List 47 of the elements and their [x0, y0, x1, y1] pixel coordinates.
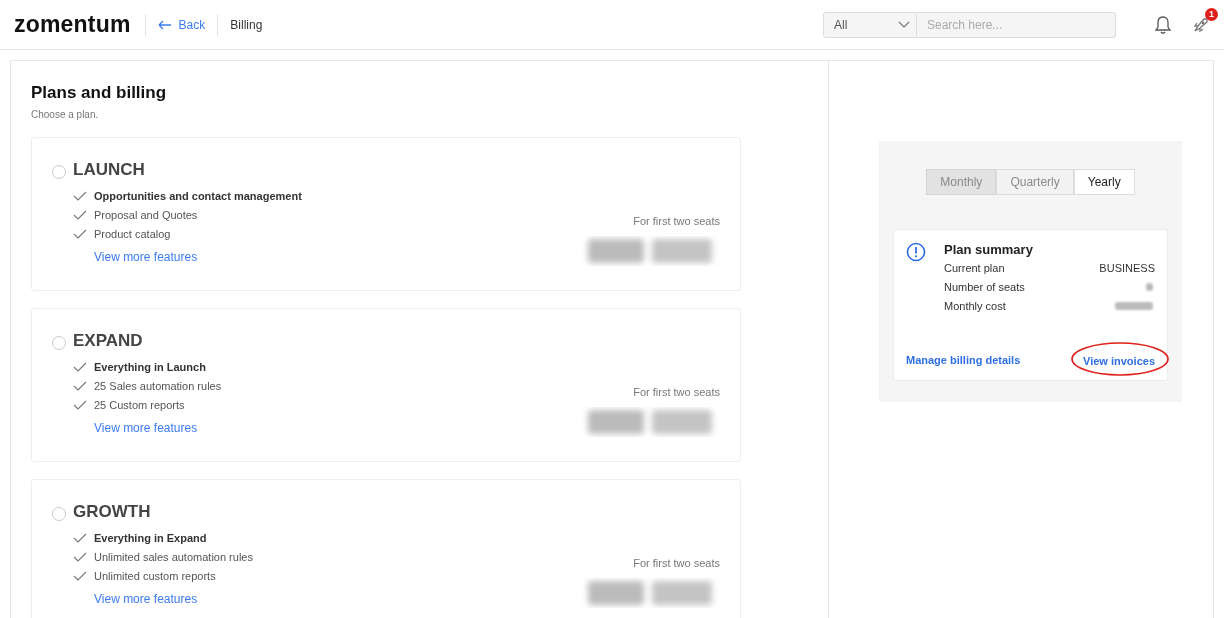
arrow-left-icon	[157, 19, 172, 30]
view-more-link[interactable]: View more features	[94, 250, 198, 264]
feature-text: Opportunities and contact management	[94, 189, 302, 202]
feature-text: Product catalog	[94, 227, 171, 240]
summary-label: Monthly cost	[944, 300, 1006, 314]
plan-name: GROWTH	[73, 502, 151, 522]
back-link[interactable]: Back	[157, 17, 206, 32]
view-more-link[interactable]: View more features	[94, 592, 198, 606]
period-tab[interactable]: Yearly	[1073, 169, 1135, 195]
page-subtitle: Choose a plan.	[31, 109, 100, 120]
checkmark-icon	[73, 532, 87, 543]
plan-name: EXPAND	[73, 331, 143, 351]
price-note: For first two seats	[633, 557, 720, 569]
logo: zomentum	[14, 11, 131, 38]
feature-text: Unlimited sales automation rules	[94, 550, 253, 563]
breadcrumb: Billing	[230, 17, 263, 32]
summary-title: Plan summary	[944, 242, 1034, 257]
notification-badge: 1	[1205, 7, 1218, 21]
checkmark-icon	[73, 228, 87, 239]
search-field[interactable]: Search here...	[917, 11, 1116, 38]
view-more-link[interactable]: View more features	[94, 421, 198, 435]
summary-label: Current plan	[944, 262, 1005, 276]
feature-text: 25 Custom reports	[94, 398, 185, 411]
checkmark-icon	[73, 551, 87, 562]
checkmark-icon	[73, 190, 87, 201]
feature-text: 25 Sales automation rules	[94, 379, 222, 392]
summary-value: BUSINESS	[1099, 262, 1155, 276]
bell-icon[interactable]	[1154, 14, 1172, 35]
page-title: Plans and billing	[31, 83, 168, 103]
feature-text: Unlimited custom reports	[94, 569, 216, 582]
checkmark-icon	[73, 399, 87, 410]
manage-billing-link[interactable]: Manage billing details	[906, 354, 1021, 366]
feature-text: Everything in Expand	[94, 531, 207, 544]
checkmark-icon	[73, 380, 87, 391]
checkmark-icon	[73, 570, 87, 581]
rocket-icon[interactable]	[1192, 15, 1210, 34]
checkmark-icon	[73, 209, 87, 220]
chevron-down-icon	[898, 21, 910, 28]
plan-name: LAUNCH	[73, 160, 145, 180]
scope-dropdown[interactable]: All	[823, 11, 917, 38]
feature-text: Everything in Launch	[94, 360, 206, 373]
summary-label: Number of seats	[944, 281, 1025, 295]
price-note: For first two seats	[633, 386, 720, 398]
feature-text: Proposal and Quotes	[94, 208, 198, 221]
price-note: For first two seats	[633, 215, 720, 227]
info-icon	[906, 242, 926, 262]
checkmark-icon	[73, 361, 87, 372]
